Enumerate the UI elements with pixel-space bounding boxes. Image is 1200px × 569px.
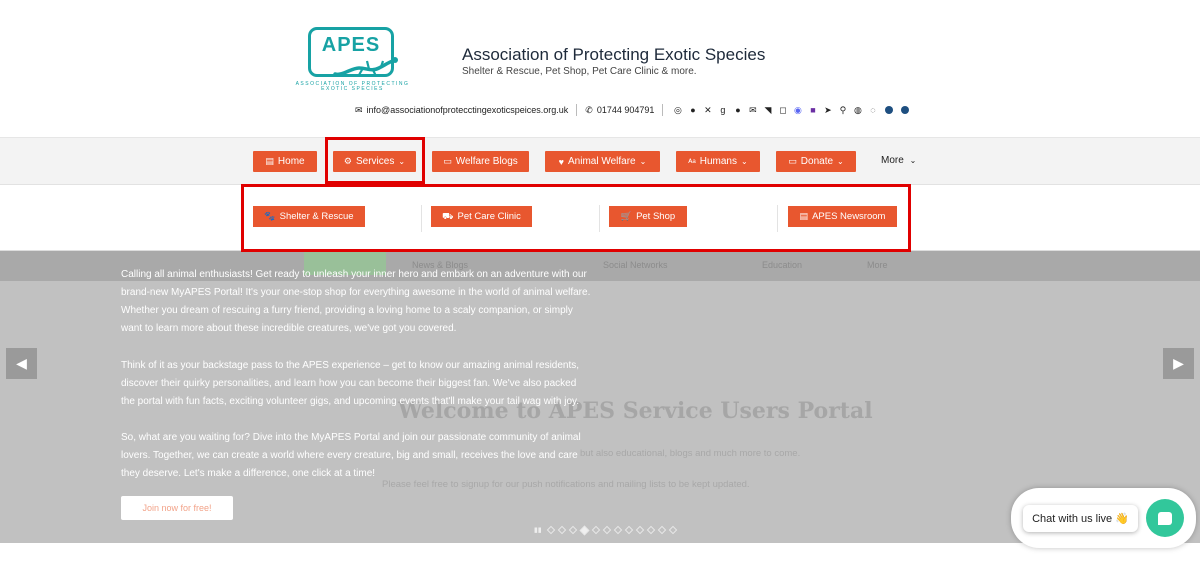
slide-dot[interactable] <box>602 525 611 535</box>
slide-dot[interactable] <box>646 525 655 535</box>
ghost-nav-item: More <box>867 260 888 270</box>
users-icon: ᴬᵃ <box>688 156 696 167</box>
rss-icon[interactable]: ◥ <box>761 104 774 117</box>
divider <box>576 104 578 116</box>
slide-dot[interactable] <box>568 525 577 535</box>
heart-icon: ♥ <box>558 156 564 167</box>
pinterest-icon[interactable]: ● <box>731 104 744 117</box>
chat-open-button[interactable] <box>1146 499 1184 537</box>
nav-animal-welfare-label: Animal Welfare <box>568 156 636 167</box>
site-header: APES ASSOCIATION OF PROTECTING EXOTIC SP… <box>0 0 1200 137</box>
slide-dot[interactable] <box>546 525 555 535</box>
contact-bar: ✉ info@associationofprotecctingexoticspe… <box>355 103 913 117</box>
email-link[interactable]: info@associationofprotecctingexoticspeic… <box>367 105 569 115</box>
chat-bubble-icon <box>1158 511 1172 525</box>
logo-frame: APES <box>308 27 398 77</box>
slider-dots: ▮▮ <box>534 525 681 535</box>
hero-paragraph: Think of it as your backstage pass to th… <box>121 360 580 407</box>
arrow-right-icon: ▶ <box>1173 355 1184 371</box>
instagram-icon[interactable]: ◻ <box>776 104 789 117</box>
nav-more[interactable]: More ⌄ <box>881 155 916 166</box>
logo-subtext: ASSOCIATION OF PROTECTING EXOTIC SPECIES <box>295 81 410 92</box>
nav-welfare-blogs-label: Welfare Blogs <box>455 156 518 167</box>
slide-dot[interactable] <box>668 525 677 535</box>
highlight-box-services <box>325 137 425 184</box>
facebook-icon[interactable]: ● <box>686 104 699 117</box>
slide-dot[interactable] <box>624 525 633 535</box>
patreon-icon[interactable]: ■ <box>806 104 819 117</box>
location-icon[interactable]: ⚲ <box>836 104 849 117</box>
google-plus-icon[interactable]: g <box>716 104 729 117</box>
nav-donate[interactable]: ▭ Donate ⌄ <box>776 151 856 172</box>
slide-dot[interactable] <box>557 525 566 535</box>
whatsapp-icon[interactable]: ◎ <box>671 104 684 117</box>
highlight-box-dropdown <box>241 184 911 252</box>
chevron-down-icon: ⌄ <box>639 157 647 166</box>
logo-title: APES <box>321 34 381 56</box>
phone-icon: ✆ <box>585 104 593 115</box>
discord-icon[interactable]: ◉ <box>791 104 804 117</box>
slide-dot-active[interactable] <box>579 525 590 535</box>
globe-icon[interactable]: ◌ <box>866 104 879 117</box>
news-icon: ▭ <box>443 156 452 166</box>
email-icon[interactable]: ✉ <box>746 104 759 117</box>
ghost-nav-item: Social Networks <box>603 260 668 270</box>
nav-more-label: More <box>881 155 904 166</box>
mail-icon: ✉ <box>355 104 363 115</box>
join-button[interactable]: Join now for free! <box>121 496 233 520</box>
slide-dot[interactable] <box>635 525 644 535</box>
nav-humans-label: Humans <box>699 156 737 167</box>
hero-paragraph: So, what are you waiting for? Dive into … <box>121 432 581 479</box>
circle-icon[interactable] <box>901 106 910 114</box>
nav-welfare-blogs[interactable]: ▭ Welfare Blogs <box>432 151 529 172</box>
nav-animal-welfare[interactable]: ♥ Animal Welfare ⌄ <box>545 151 660 172</box>
messenger-icon[interactable]: ◍ <box>851 104 864 117</box>
phone-link[interactable]: 01744 904791 <box>597 105 655 115</box>
x-icon[interactable]: ✕ <box>701 104 714 117</box>
next-slide-button[interactable]: ▶ <box>1163 348 1194 379</box>
lizard-icon <box>333 57 398 77</box>
chat-widget: Chat with us live 👋 <box>1011 488 1196 548</box>
chevron-down-icon: ⌄ <box>740 157 748 166</box>
apes-logo[interactable]: APES ASSOCIATION OF PROTECTING EXOTIC SP… <box>290 25 415 95</box>
slide-dot[interactable] <box>657 525 666 535</box>
site-title[interactable]: Association of Protecting Exotic Species <box>462 45 765 65</box>
slide-dot[interactable] <box>591 525 600 535</box>
pause-icon[interactable]: ▮▮ <box>534 526 542 534</box>
nav-home[interactable]: ▤ Home <box>253 151 317 172</box>
page: APES ASSOCIATION OF PROTECTING EXOTIC SP… <box>0 0 1200 569</box>
nav-donate-label: Donate <box>800 156 834 167</box>
nav-home-label: Home <box>277 156 305 167</box>
chevron-down-icon: ⌄ <box>837 157 844 166</box>
chat-label[interactable]: Chat with us live 👋 <box>1023 505 1138 532</box>
main-nav: ▤ Home ⚙ Services ⌄ ▭ Welfare Blogs ♥ An… <box>0 137 1200 185</box>
nav-humans[interactable]: ᴬᵃ Humans ⌄ <box>676 151 760 172</box>
welcome-line: but also educational, blogs and much mor… <box>580 448 801 459</box>
money-icon: ▭ <box>788 156 797 166</box>
slide-dot[interactable] <box>613 525 622 535</box>
chevron-down-icon: ⌄ <box>909 156 917 165</box>
arrow-left-icon: ◀ <box>16 355 27 371</box>
page-icon: ▤ <box>265 156 274 166</box>
site-tagline: Shelter & Rescue, Pet Shop, Pet Care Cli… <box>462 66 697 77</box>
circle-icon[interactable] <box>885 106 894 114</box>
prev-slide-button[interactable]: ◀ <box>6 348 37 379</box>
hero-paragraph: Calling all animal enthusiasts! Get read… <box>121 269 591 334</box>
telegram-icon[interactable]: ➤ <box>821 104 834 117</box>
ghost-nav-item: Education <box>762 260 803 270</box>
divider <box>662 104 664 116</box>
